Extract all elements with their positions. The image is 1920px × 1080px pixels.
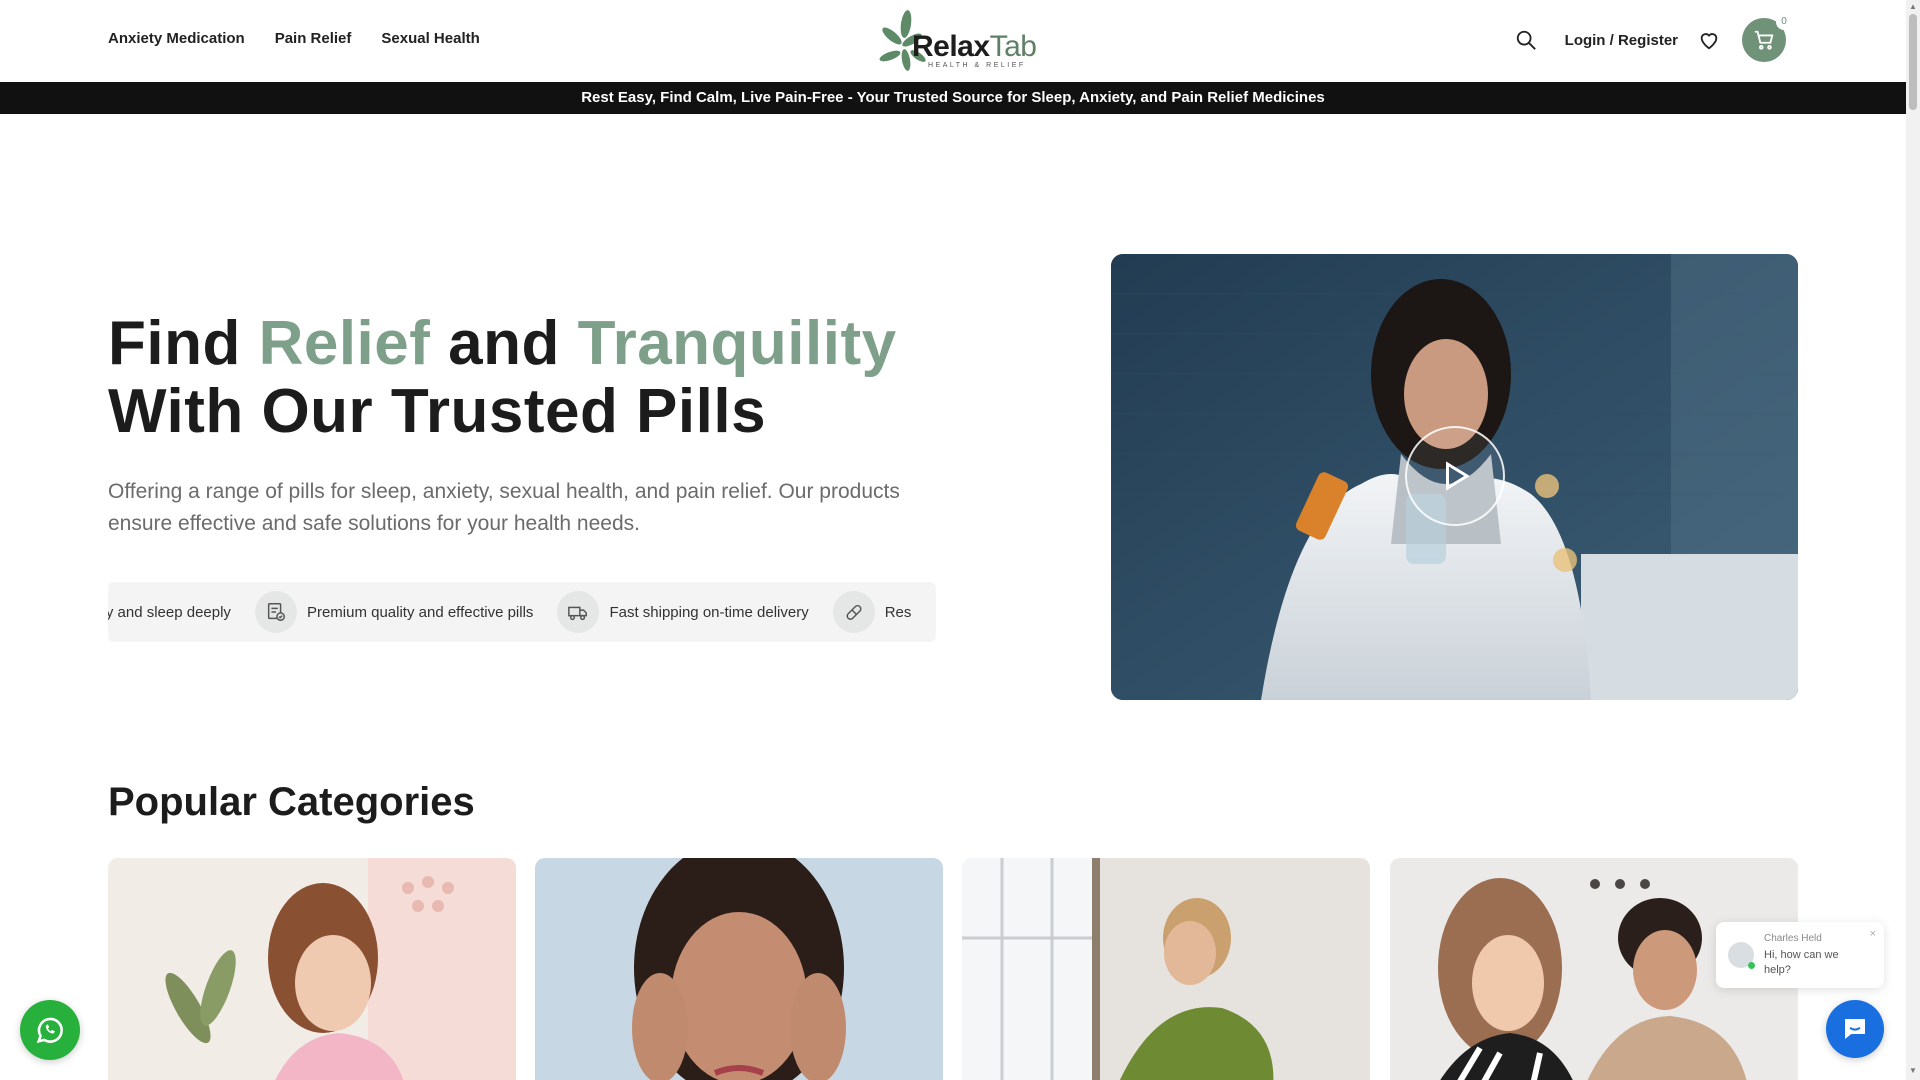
search-icon[interactable] xyxy=(1515,29,1537,51)
nav-item-sexual-health[interactable]: Sexual Health xyxy=(381,30,479,47)
cart-icon xyxy=(1754,30,1774,50)
quality-badge-icon xyxy=(254,591,297,633)
hero-video[interactable] xyxy=(1111,254,1798,700)
header-actions: Login / Register 0 xyxy=(1515,14,1792,62)
feature-item: Res xyxy=(832,591,912,633)
feature-label: Premium quality and effective pills xyxy=(306,603,534,621)
feature-item: Premium quality and effective pills xyxy=(254,591,534,633)
chat-icon xyxy=(1845,1019,1865,1039)
chat-agent-name: Charles Held xyxy=(1764,933,1822,944)
feature-item: Fast shipping on-time delivery xyxy=(557,591,809,633)
scroll-down-icon[interactable]: ▼ xyxy=(1909,1066,1917,1075)
play-icon xyxy=(1446,461,1470,491)
hero-title-relief: Relief xyxy=(258,309,431,378)
logo-name-tab: Tab xyxy=(989,30,1037,63)
play-button[interactable] xyxy=(1405,426,1505,526)
feature-label: asy and sleep deeply xyxy=(108,603,231,621)
category-card-pain-relief[interactable] xyxy=(535,858,943,1080)
page-scrollbar[interactable]: ▲ ▼ xyxy=(1906,0,1920,1080)
pill-icon xyxy=(832,591,875,633)
section-title: Popular Categories xyxy=(108,780,475,824)
feature-label: Fast shipping on-time delivery xyxy=(609,603,809,621)
scrollbar-thumb[interactable] xyxy=(1909,14,1917,110)
heart-icon[interactable] xyxy=(1698,29,1720,51)
hero-description: Offering a range of pills for sleep, anx… xyxy=(108,480,900,535)
live-chat-button[interactable] xyxy=(1826,1000,1884,1058)
feature-item: asy and sleep deeply xyxy=(108,604,231,621)
scroll-up-icon[interactable]: ▲ xyxy=(1909,2,1917,11)
logo-tagline: HEALTH & RELIEF xyxy=(928,62,1026,69)
cart-count-badge: 0 xyxy=(1776,14,1792,30)
login-register-link[interactable]: Login / Register xyxy=(1565,32,1678,49)
features-track: asy and sleep deeply Premium quality and… xyxy=(108,582,935,642)
hero-title-find: Find xyxy=(108,309,241,378)
category-image xyxy=(962,858,1370,1080)
hero-title: Find Relief and Tranquility With Our Tru… xyxy=(108,310,897,446)
features-marquee: asy and sleep deeply Premium quality and… xyxy=(108,582,936,642)
category-card-sleep[interactable] xyxy=(108,858,516,1080)
logo-name-relax: Relax xyxy=(912,30,990,63)
nav-item-pain-relief[interactable]: Pain Relief xyxy=(275,30,352,47)
category-image xyxy=(535,858,943,1080)
category-image xyxy=(108,858,516,1080)
nav-item-anxiety-medication[interactable]: Anxiety Medication xyxy=(108,30,245,47)
chat-greeting-popup[interactable]: Charles Held Hi, how can we help? × xyxy=(1716,922,1884,988)
announcement-bar: Rest Easy, Find Calm, Live Pain-Free - Y… xyxy=(0,82,1906,114)
site-header: Anxiety Medication Pain Relief Sexual He… xyxy=(0,0,1906,82)
truck-icon xyxy=(557,591,600,633)
hero-title-and: and xyxy=(448,309,560,378)
close-icon[interactable]: × xyxy=(1870,928,1876,940)
site-logo[interactable]: RelaxTab HEALTH & RELIEF xyxy=(876,6,1037,76)
feature-label: Res xyxy=(884,603,912,621)
chat-greeting-message: Hi, how can we help? xyxy=(1764,949,1839,976)
cart-button[interactable]: 0 xyxy=(1742,14,1792,62)
logo-wordmark: RelaxTab xyxy=(912,30,1037,64)
whatsapp-button[interactable] xyxy=(20,1000,80,1060)
hero-title-tranquility: Tranquility xyxy=(577,309,897,378)
hero-title-line2: With Our Trusted Pills xyxy=(108,377,767,446)
whatsapp-icon xyxy=(36,1017,63,1044)
online-status-dot xyxy=(1748,962,1755,969)
category-card-back-pain[interactable] xyxy=(962,858,1370,1080)
main-nav: Anxiety Medication Pain Relief Sexual He… xyxy=(108,30,480,47)
